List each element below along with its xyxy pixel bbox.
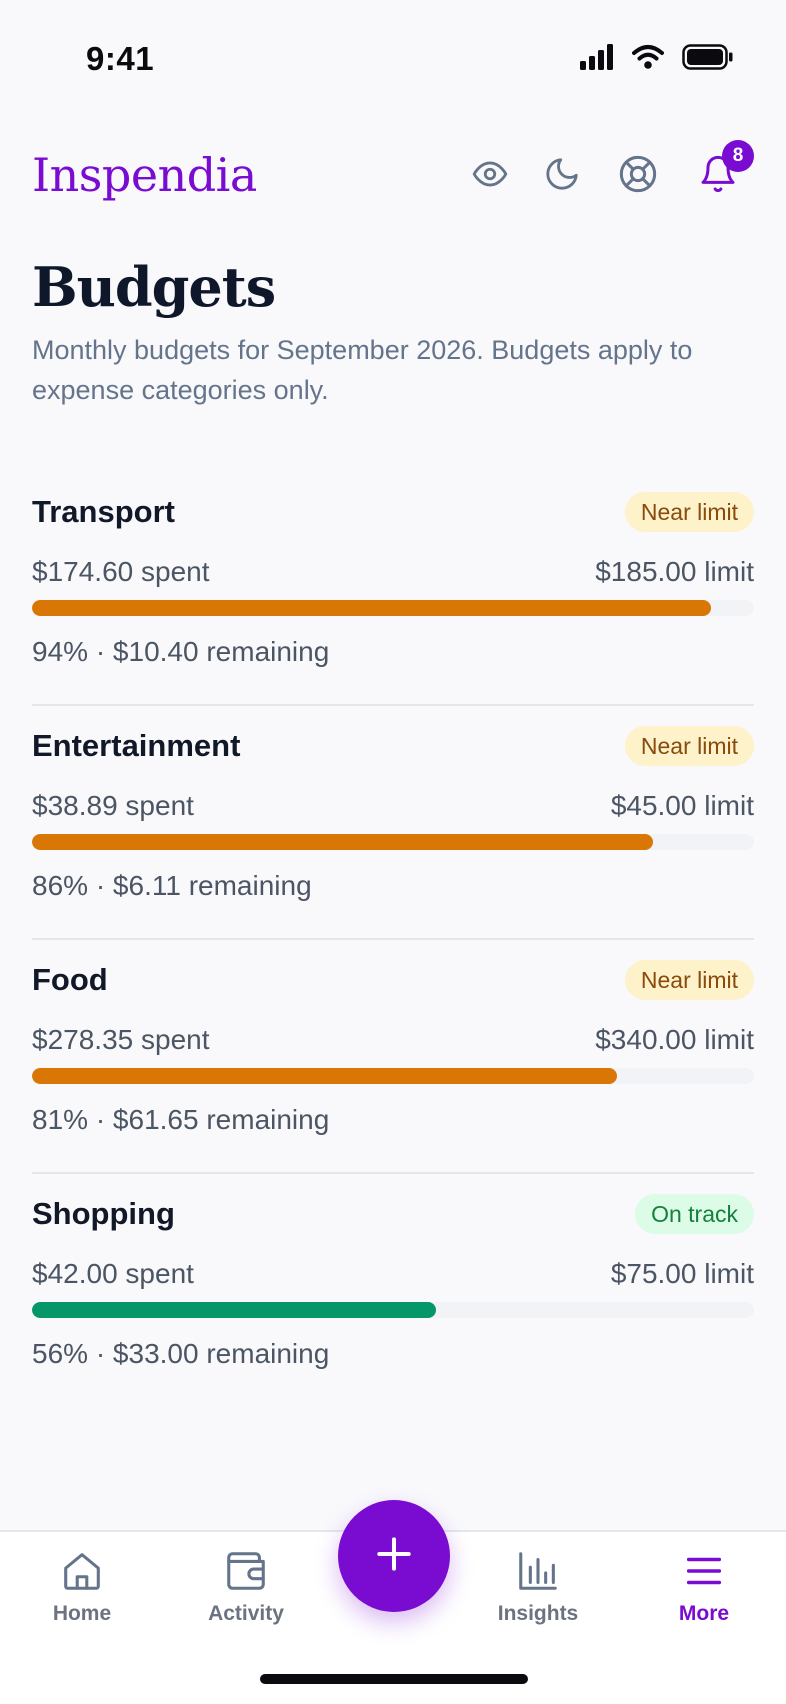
- budget-progress-track: [32, 600, 754, 616]
- budget-spent: $42.00 spent: [32, 1258, 194, 1289]
- budget-progress-track: [32, 834, 754, 850]
- app-header: Inspendia 8: [0, 140, 786, 210]
- budget-spent: $174.60 spent: [32, 556, 210, 587]
- budget-name: Food: [32, 962, 108, 997]
- wifi-icon: [632, 44, 664, 75]
- budget-status-badge: On track: [635, 1194, 754, 1234]
- budget-limit: $45.00 limit: [610, 790, 754, 821]
- nav-label-more: More: [678, 1602, 730, 1625]
- notification-badge: 8: [722, 140, 754, 172]
- help-button[interactable]: [616, 154, 660, 198]
- page-subtitle: Monthly budgets for September 2026. Budg…: [32, 335, 693, 405]
- status-bar: 9:41: [0, 0, 786, 110]
- budget-status-badge: Near limit: [624, 726, 754, 766]
- budget-progress-fill: [32, 834, 653, 850]
- dark-mode-button[interactable]: [540, 154, 584, 198]
- budget-status-badge: Near limit: [624, 492, 754, 532]
- budget-footer: 94% · $10.40 remaining: [32, 636, 330, 667]
- nav-more[interactable]: More: [634, 1548, 774, 1626]
- wallet-icon: [176, 1548, 316, 1594]
- nav-activity[interactable]: Activity: [176, 1548, 316, 1626]
- add-transaction-button[interactable]: [338, 1500, 450, 1612]
- app-logo[interactable]: Inspendia: [32, 148, 257, 202]
- home-icon: [12, 1548, 152, 1594]
- nav-home[interactable]: Home: [12, 1548, 152, 1626]
- budget-name: Entertainment: [32, 728, 241, 763]
- battery-icon: [682, 44, 734, 75]
- budget-spent: $278.35 spent: [32, 1024, 210, 1055]
- notifications-button[interactable]: 8: [696, 140, 754, 198]
- budget-footer: 86% · $6.11 remaining: [32, 870, 312, 901]
- home-indicator: [260, 1674, 528, 1684]
- menu-icon: [634, 1548, 774, 1594]
- budget-list: Transport Near limit $174.60 spent $185.…: [32, 472, 754, 1408]
- budget-card[interactable]: Transport Near limit $174.60 spent $185.…: [32, 472, 754, 706]
- eye-icon: [471, 155, 509, 198]
- lifebuoy-icon: [618, 154, 658, 199]
- budget-footer: 56% · $33.00 remaining: [32, 1338, 330, 1369]
- budget-progress-track: [32, 1068, 754, 1084]
- budget-name: Transport: [32, 494, 175, 529]
- nav-label-activity: Activity: [208, 1602, 284, 1625]
- budget-progress-fill: [32, 1068, 617, 1084]
- budget-limit: $185.00 limit: [595, 556, 754, 587]
- nav-label-home: Home: [52, 1602, 112, 1625]
- budget-card[interactable]: Food Near limit $278.35 spent $340.00 li…: [32, 940, 754, 1174]
- budget-progress-track: [32, 1302, 754, 1318]
- budgets-screen: 9:41 Inspendia 8 Budgets Monthly budgets…: [0, 0, 786, 1704]
- status-icons: [580, 44, 734, 75]
- page-title: Budgets: [32, 255, 276, 319]
- budget-progress-fill: [32, 600, 711, 616]
- budget-name: Shopping: [32, 1196, 175, 1231]
- budget-progress-fill: [32, 1302, 437, 1318]
- visibility-toggle-button[interactable]: [468, 154, 512, 198]
- signal-icon: [580, 44, 614, 75]
- budget-card[interactable]: Entertainment Near limit $38.89 spent $4…: [32, 706, 754, 940]
- budget-footer: 81% · $61.65 remaining: [32, 1104, 330, 1135]
- budget-limit: $340.00 limit: [595, 1024, 754, 1055]
- status-time: 9:41: [86, 40, 155, 77]
- plus-icon: [372, 1532, 416, 1581]
- budget-status-badge: Near limit: [624, 960, 754, 1000]
- budget-spent: $38.89 spent: [32, 790, 194, 821]
- budget-card[interactable]: Shopping On track $42.00 spent $75.00 li…: [32, 1174, 754, 1408]
- bar-chart-icon: [468, 1548, 608, 1594]
- moon-icon: [543, 155, 581, 198]
- budget-limit: $75.00 limit: [610, 1258, 754, 1289]
- nav-label-insights: Insights: [497, 1602, 579, 1625]
- nav-insights[interactable]: Insights: [468, 1548, 608, 1626]
